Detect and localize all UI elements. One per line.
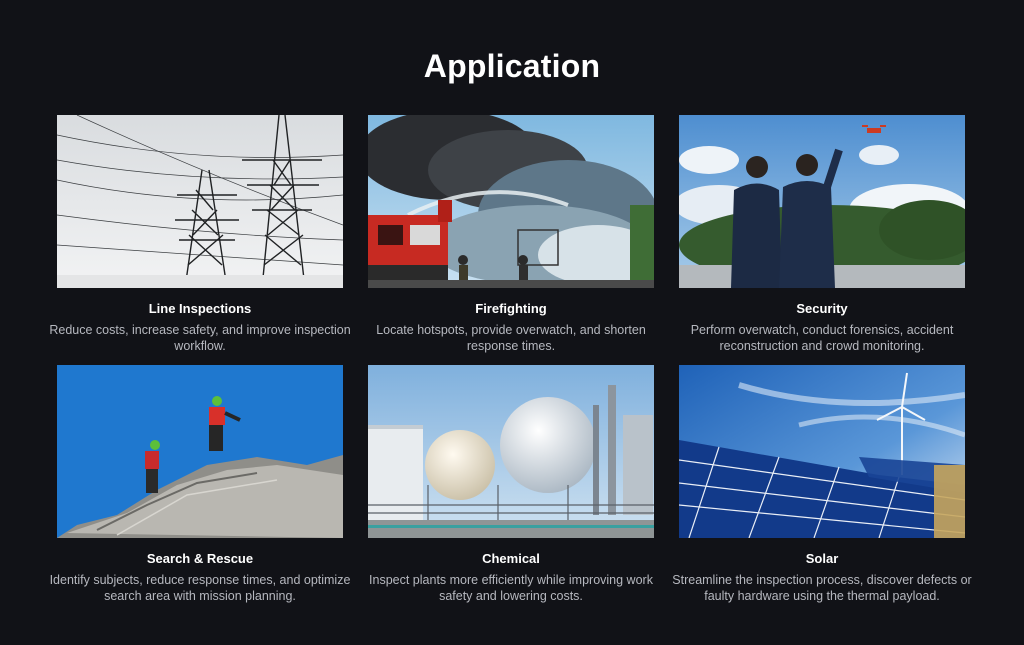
power-lines-photo: [57, 115, 343, 288]
card-security: Security Perform overwatch, conduct fore…: [679, 115, 965, 365]
card-chemical: Chemical Inspect plants more efficiently…: [368, 365, 654, 615]
card-title: Search & Rescue: [146, 551, 254, 566]
card-title: Solar: [805, 551, 839, 566]
solar-panels-photo: [679, 365, 965, 538]
page-title: Application: [423, 48, 601, 84]
card-line-inspections: Line Inspections Reduce costs, increase …: [49, 115, 351, 365]
card-description: Identify subjects, reduce response times…: [49, 573, 351, 603]
application-page: Application Line Inspections Reduce cost…: [0, 0, 1024, 645]
card-search-rescue: Search & Rescue Identify subjects, reduc…: [50, 365, 350, 615]
card-description: Reduce costs, increase safety, and impro…: [49, 323, 351, 353]
card-title: Security: [796, 301, 848, 316]
security-photo: [679, 115, 965, 288]
chemical-plant-photo: [368, 365, 654, 538]
card-description: Perform overwatch, conduct forensics, ac…: [690, 323, 954, 353]
application-grid: Line Inspections Reduce costs, increase …: [49, 115, 972, 615]
firefighting-photo: [368, 115, 654, 288]
card-title: Firefighting: [475, 301, 547, 316]
card-description: Inspect plants more efficiently while im…: [369, 573, 653, 603]
card-title: Line Inspections: [148, 301, 252, 316]
card-description: Streamline the inspection process, disco…: [672, 573, 972, 603]
card-firefighting: Firefighting Locate hotspots, provide ov…: [368, 115, 654, 365]
card-title: Chemical: [482, 551, 540, 566]
search-rescue-photo: [57, 365, 343, 538]
card-solar: Solar Streamline the inspection process,…: [672, 365, 972, 615]
card-description: Locate hotspots, provide overwatch, and …: [376, 323, 646, 353]
